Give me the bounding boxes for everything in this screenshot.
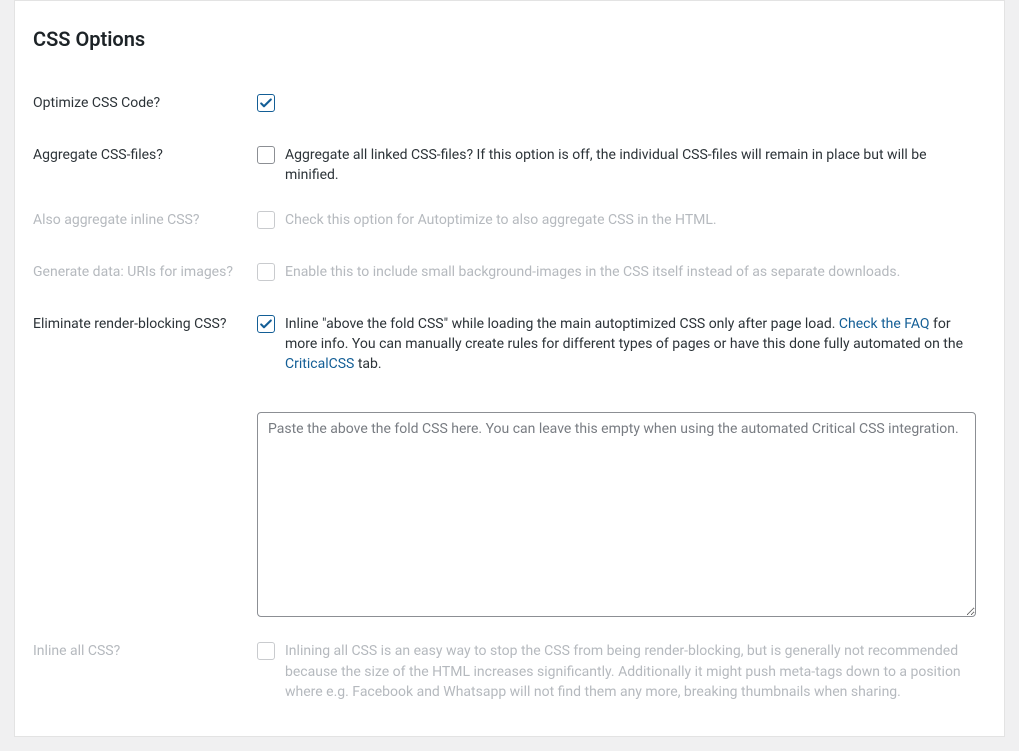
desc-inline-all-css: Inlining all CSS is an easy way to stop … [285, 641, 976, 702]
row-data-uris: Generate data: URIs for images? Enable t… [33, 248, 986, 300]
label-aggregate-css: Aggregate CSS-files? [33, 131, 257, 196]
label-optimize-css: Optimize CSS Code? [33, 79, 257, 131]
checkbox-inline-all-css [257, 642, 275, 660]
above-the-fold-css-textarea[interactable] [257, 412, 976, 617]
section-title: CSS Options [33, 27, 986, 51]
label-data-uris: Generate data: URIs for images? [33, 248, 257, 300]
check-icon [259, 96, 273, 110]
checkbox-optimize-css[interactable] [257, 94, 275, 112]
criticalcss-link[interactable]: CriticalCSS [285, 356, 354, 372]
row-aggregate-css: Aggregate CSS-files? Aggregate all linke… [33, 131, 986, 196]
checkbox-data-uris [257, 263, 275, 281]
css-options-panel: CSS Options Optimize CSS Code? Aggregate… [14, 0, 1005, 737]
desc-data-uris: Enable this to include small background-… [285, 262, 900, 282]
label-eliminate-render-blocking: Eliminate render-blocking CSS? [33, 300, 257, 628]
check-icon [259, 317, 273, 331]
row-optimize-css: Optimize CSS Code? [33, 79, 986, 131]
options-table: Optimize CSS Code? Aggregate CSS-files? [33, 79, 986, 712]
row-inline-all-css: Inline all CSS? Inlining all CSS is an e… [33, 627, 986, 712]
desc-text-pre: Inline "above the fold CSS" while loadin… [285, 316, 839, 332]
faq-link[interactable]: Check the FAQ [839, 316, 930, 332]
desc-eliminate-render-blocking: Inline "above the fold CSS" while loadin… [285, 314, 976, 375]
desc-aggregate-inline-css: Check this option for Autoptimize to als… [285, 210, 717, 230]
checkbox-eliminate-render-blocking[interactable] [257, 315, 275, 333]
desc-text-post: tab. [354, 356, 381, 372]
label-aggregate-inline-css: Also aggregate inline CSS? [33, 196, 257, 248]
label-inline-all-css: Inline all CSS? [33, 627, 257, 712]
row-eliminate-render-blocking: Eliminate render-blocking CSS? Inline "a… [33, 300, 986, 628]
checkbox-aggregate-css[interactable] [257, 146, 275, 164]
checkbox-aggregate-inline-css [257, 211, 275, 229]
desc-aggregate-css: Aggregate all linked CSS-files? If this … [285, 145, 976, 186]
row-aggregate-inline-css: Also aggregate inline CSS? Check this op… [33, 196, 986, 248]
